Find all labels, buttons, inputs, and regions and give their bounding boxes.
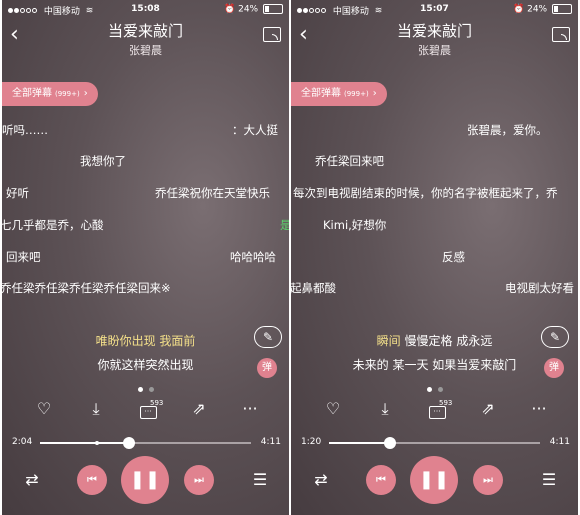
- total-time: 4:11: [549, 437, 570, 447]
- artist-name: 张碧晨: [129, 44, 162, 57]
- page-indicator: [291, 377, 578, 396]
- prev-icon[interactable]: ⏮: [366, 465, 396, 495]
- playlist-icon[interactable]: ☰: [248, 468, 272, 492]
- lyric-highlight: 瞬间: [376, 334, 401, 348]
- danmaku-item: 每次到电视剧结束的时候，你的名字被框起来了，乔: [293, 186, 558, 200]
- alarm-icon: ⏰: [513, 4, 525, 15]
- share-icon[interactable]: ⇗: [476, 398, 500, 420]
- lyric-rest: 慢慢定格 成永远: [400, 334, 493, 348]
- comment-count: 593: [150, 399, 164, 407]
- danmaku-item: 七几乎都是乔，心酸: [2, 218, 104, 232]
- player-screen-1: 中国移动 ≋ 15:08 ⏰ 24% ‹ 当爱来敲门 张碧晨 全部弹幕 (999+…: [2, 0, 289, 515]
- danmaku-item: Kimi,好想你: [323, 218, 387, 232]
- lyric-highlight: 唯盼你出现 我面前: [95, 334, 196, 348]
- danmaku-toggle-button[interactable]: 弹: [544, 358, 564, 378]
- battery-icon: [263, 4, 283, 14]
- progress-fill: [40, 442, 129, 444]
- current-lyric: 瞬间 慢慢定格 成永远: [291, 332, 578, 349]
- more-icon[interactable]: ···: [238, 398, 262, 420]
- danmaku-item: 听吗……: [2, 123, 48, 137]
- all-danmaku-button[interactable]: 全部弹幕 (999+) ›: [2, 82, 98, 106]
- danmaku-item: 起鼻都酸: [291, 281, 336, 295]
- danmaku-item: ：大人挺: [232, 123, 278, 137]
- next-icon[interactable]: ⏭: [184, 465, 214, 495]
- danmaku-item: 乔任梁回来吧: [315, 154, 384, 168]
- pause-icon[interactable]: ❚❚: [410, 456, 458, 504]
- battery-percent: 24%: [527, 4, 548, 15]
- heart-icon[interactable]: ♡: [32, 398, 56, 420]
- comment-button[interactable]: ··· 593: [425, 398, 452, 420]
- chevron-right-icon: ›: [83, 88, 88, 99]
- danmaku-item: 回来吧: [6, 250, 41, 264]
- progress-knob[interactable]: [384, 437, 397, 449]
- comment-count: 593: [439, 399, 453, 407]
- shuffle-icon[interactable]: ⇄: [20, 468, 44, 492]
- danmaku-item: 张碧晨，爱你。: [467, 123, 548, 137]
- all-danmaku-button[interactable]: 全部弹幕 (999+) ›: [291, 82, 387, 106]
- back-icon[interactable]: ‹: [299, 24, 308, 46]
- player-header: ‹ 当爱来敲门 张碧晨: [2, 18, 289, 58]
- comment-button[interactable]: ··· 593: [136, 398, 163, 420]
- chevron-right-icon: ›: [372, 88, 377, 99]
- cast-icon[interactable]: [263, 27, 281, 42]
- progress-slider[interactable]: [329, 437, 540, 449]
- page-dot-active: [137, 387, 143, 392]
- next-icon[interactable]: ⏭: [473, 465, 503, 495]
- progress-slider[interactable]: [40, 437, 251, 449]
- share-icon[interactable]: ⇗: [187, 398, 211, 420]
- next-lyric: 未来的 某一天 如果当爱来敲门: [352, 358, 517, 372]
- danmaku-item: 反感: [442, 250, 465, 264]
- progress-row: 1:20 4:11: [291, 435, 578, 451]
- pause-icon[interactable]: ❚❚: [121, 456, 169, 504]
- player-header: ‹ 当爱来敲门 张碧晨: [291, 18, 578, 58]
- danmaku-item: 乔任梁乔任梁乔任梁乔任梁回来※: [2, 281, 171, 295]
- playback-controls: ⇄ ⏮ ❚❚ ⏭ ☰: [2, 456, 289, 506]
- danmaku-item: 电视剧太好看: [505, 281, 574, 295]
- player-screen-2: 中国移动 ≋ 15:07 ⏰ 24% ‹ 当爱来敲门 张碧晨 全部弹幕 (999+…: [291, 0, 578, 515]
- current-time: 2:04: [12, 437, 33, 447]
- danmaku-count: (999+): [55, 90, 80, 98]
- progress-fill: [329, 442, 391, 444]
- danmaku-item: 我想你了: [80, 154, 126, 168]
- all-danmaku-label: 全部弹幕: [301, 88, 341, 99]
- danmaku-item: 乔任梁祝你在天堂快乐: [155, 186, 270, 200]
- action-bar: ♡ ⤓ ··· 593 ⇗ ···: [2, 398, 289, 422]
- heart-icon[interactable]: ♡: [321, 398, 345, 420]
- battery-percent: 24%: [238, 4, 259, 15]
- alarm-icon: ⏰: [224, 4, 236, 15]
- pen-icon[interactable]: ✎: [541, 326, 569, 348]
- all-danmaku-label: 全部弹幕: [12, 88, 52, 99]
- buffer-marker: [94, 441, 99, 445]
- playlist-icon[interactable]: ☰: [537, 468, 561, 492]
- download-icon[interactable]: ⤓: [84, 398, 108, 420]
- page-dot-active: [426, 387, 432, 392]
- danmaku-item: 哈哈哈哈: [230, 250, 276, 264]
- page-indicator: [2, 377, 289, 396]
- cast-icon[interactable]: [552, 27, 570, 42]
- danmaku-toggle-button[interactable]: 弹: [257, 358, 277, 378]
- battery-icon: [552, 4, 572, 14]
- danmaku-item: 好听: [6, 186, 29, 200]
- shuffle-icon[interactable]: ⇄: [309, 468, 333, 492]
- download-icon[interactable]: ⤓: [373, 398, 397, 420]
- song-title: 当爱来敲门: [396, 22, 472, 40]
- danmaku-count: (999+): [344, 90, 369, 98]
- next-lyric: 你就这样突然出现: [97, 358, 194, 372]
- status-bar: 中国移动 ≋ 15:08 ⏰ 24%: [2, 0, 289, 18]
- song-title: 当爱来敲门: [107, 22, 183, 40]
- danmaku-item: 是: [280, 218, 289, 232]
- current-time: 1:20: [301, 437, 322, 447]
- playback-controls: ⇄ ⏮ ❚❚ ⏭ ☰: [291, 456, 578, 506]
- pen-icon[interactable]: ✎: [254, 326, 282, 348]
- current-lyric: 唯盼你出现 我面前: [2, 332, 289, 349]
- progress-knob[interactable]: [122, 437, 135, 449]
- back-icon[interactable]: ‹: [10, 24, 19, 46]
- prev-icon[interactable]: ⏮: [77, 465, 107, 495]
- total-time: 4:11: [260, 437, 281, 447]
- artist-name: 张碧晨: [418, 44, 451, 57]
- status-bar: 中国移动 ≋ 15:07 ⏰ 24%: [291, 0, 578, 18]
- more-icon[interactable]: ···: [527, 398, 551, 420]
- progress-row: 2:04 4:11: [2, 435, 289, 451]
- action-bar: ♡ ⤓ ··· 593 ⇗ ···: [291, 398, 578, 422]
